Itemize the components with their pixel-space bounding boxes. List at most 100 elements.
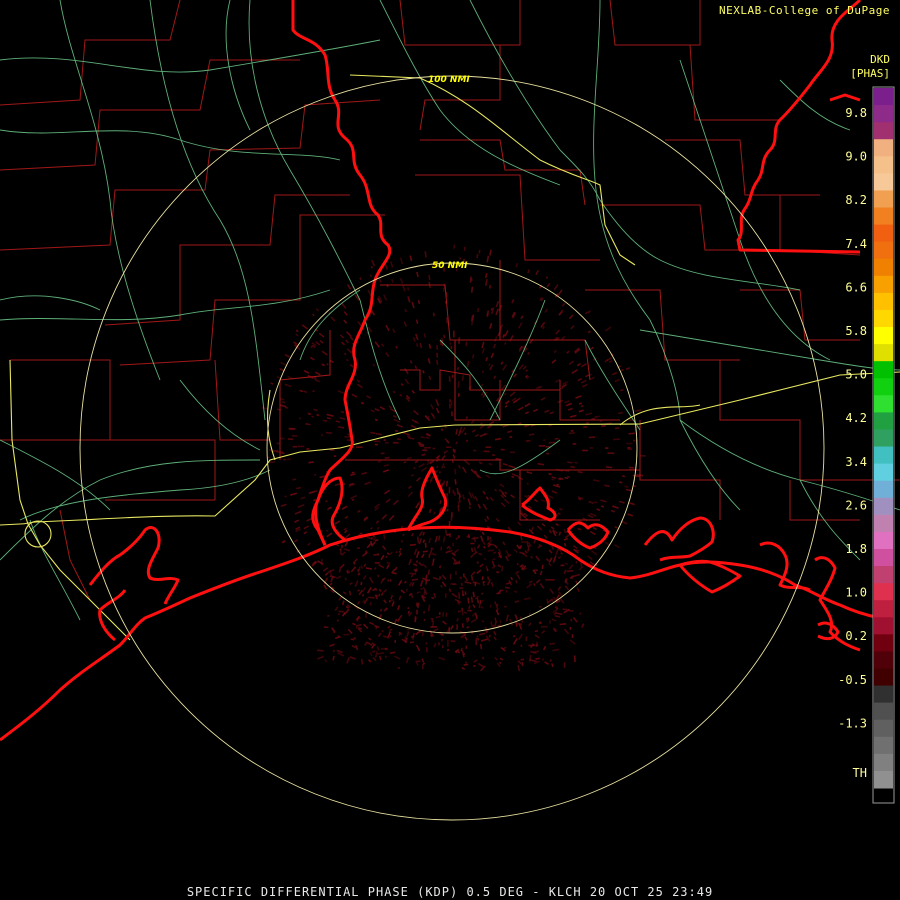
radar-return-pixel [394,640,397,643]
radar-return-pixel [425,641,428,645]
radar-return-pixel [447,640,449,647]
radar-return-pixel [384,648,388,650]
legend-swatch [874,617,893,635]
radar-return-pixel [355,446,363,448]
radar-return-pixel [451,411,453,417]
legend-tick-label: 3.4 [845,455,867,469]
radar-return-pixel [448,520,451,527]
legend-swatch [874,292,893,311]
radar-return-pixel [441,638,443,642]
radar-return-pixel [438,642,440,646]
radar-return-pixel [539,621,542,625]
radar-return-pixel [494,621,497,627]
legend-swatch [874,514,893,533]
legend-swatch [874,600,893,618]
radar-return-pixel [421,664,424,670]
radar-return-pixel [492,566,495,569]
radar-return-pixel [452,542,454,547]
radar-return-pixel [633,439,636,442]
radar-return-pixel [446,508,449,512]
legend-tick-label: TH [853,766,867,780]
radar-return-pixel [452,583,456,585]
legend-swatch [874,497,893,516]
radar-return-pixel [416,602,418,607]
radar-return-pixel [383,439,386,441]
legend-swatch [874,190,893,209]
legend-swatch [874,105,893,123]
radar-return-pixel [287,438,294,441]
radar-return-pixel [449,342,452,345]
radar-return-pixel [543,439,546,441]
range-ring-100-label: 100 NMI [428,75,470,85]
legend-swatch [874,156,893,174]
radar-return-pixel [432,447,436,450]
legend-tick-label: 5.8 [845,324,867,338]
radar-return-pixel [461,611,464,616]
legend-tick-label: 9.0 [845,150,867,164]
radar-return-pixel [424,446,431,449]
radar-return-pixel [268,449,272,451]
radar-return-pixel [355,626,358,629]
radar-return-pixel [589,447,594,449]
radar-return-pixel [297,445,305,448]
legend-swatch [874,429,893,448]
radar-return-pixel [357,547,360,549]
legend-swatch [874,344,893,362]
radar-return-pixel [505,590,508,593]
radar-return-pixel [374,443,378,446]
legend-swatch [874,361,893,379]
legend-swatch [874,702,893,721]
radar-return-pixel [457,367,459,370]
radar-return-pixel [450,400,453,406]
radar-return-pixel [424,579,431,582]
legend-swatch [874,770,893,789]
legend-swatch [874,634,893,652]
radar-return-pixel [448,403,451,409]
radar-return-pixel [473,665,476,667]
radar-return-pixel [546,452,549,455]
radar-return-pixel [626,442,633,445]
radar-return-pixel [451,512,453,518]
radar-return-pixel [425,647,428,653]
radar-return-pixel [493,624,495,628]
radar-return-pixel [521,541,527,543]
radar-return-pixel [306,448,310,450]
legend-swatch [874,412,893,430]
radar-return-pixel [444,593,447,598]
legend-swatch [874,583,893,601]
radar-return-pixel [423,618,426,622]
legend-swatch [874,207,893,226]
radar-return-pixel [569,577,574,579]
legend-tick-label: -0.5 [838,673,867,687]
radar-return-pixel [540,625,548,628]
radar-return-pixel [572,443,577,445]
legend-swatch [874,224,893,243]
legend-swatch [874,88,893,106]
legend-swatch [874,736,893,755]
radar-return-pixel [487,536,489,541]
legend-swatch [874,566,893,584]
legend-swatch [874,241,893,260]
radar-return-pixel [374,562,380,564]
radar-return-pixel [384,441,389,444]
radar-return-pixel [455,571,457,575]
radar-return-pixel [485,446,492,449]
radar-return-pixel [470,542,475,545]
legend-swatch [874,395,893,413]
radar-return-pixel [547,579,555,581]
radar-return-pixel [569,626,572,630]
legend-tick-label: 0.2 [845,629,867,643]
legend-swatch [874,480,893,499]
radar-return-pixel [292,445,297,448]
radar-return-pixel [419,445,425,447]
legend-tick-label: 7.4 [845,237,867,251]
legend-swatch [874,446,893,465]
radar-return-pixel [441,645,444,649]
radar-return-pixel [563,662,566,668]
radar-return-pixel [448,376,451,382]
radar-return-pixel [496,603,499,606]
radar-return-pixel [562,608,568,611]
radar-return-pixel [438,612,441,615]
legend-tick-label: 5.0 [845,368,867,382]
legend-swatch [874,173,893,191]
